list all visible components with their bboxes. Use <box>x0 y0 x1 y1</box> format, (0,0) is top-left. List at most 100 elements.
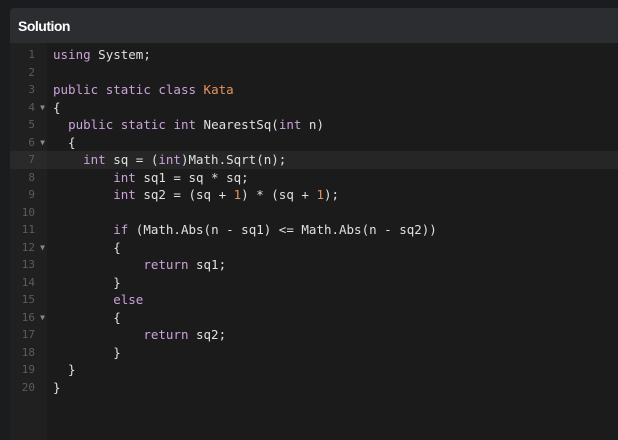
code-token: static <box>105 82 151 97</box>
gutter-line: 3 <box>10 81 47 99</box>
gutter-line: 8 <box>10 169 47 187</box>
gutter-line: 6 ▼ <box>10 134 47 152</box>
code-line[interactable]: using System; <box>47 46 618 64</box>
code-token: ); <box>323 187 340 202</box>
code-line[interactable]: return sq1; <box>47 256 618 274</box>
line-number: 11 <box>21 223 35 236</box>
line-number: 18 <box>21 345 35 359</box>
code-token: n) <box>301 117 324 132</box>
gutter-line: 11 <box>10 221 47 239</box>
code-line[interactable]: } <box>47 361 618 379</box>
code-line[interactable]: if (Math.Abs(n - sq1) <= Math.Abs(n - sq… <box>47 221 618 239</box>
code-line[interactable] <box>47 64 618 82</box>
line-number: 9 <box>28 188 35 201</box>
gutter-line: 18 <box>10 344 47 362</box>
line-number: 3 <box>28 83 35 96</box>
code-token: else <box>113 292 144 307</box>
code-token: int <box>113 169 136 185</box>
gutter-line: 14 <box>10 274 47 292</box>
code-line[interactable]: } <box>47 274 618 292</box>
code-token: } <box>53 274 121 290</box>
code-editor[interactable]: 1 2 3 4 ▼ 5 6 ▼ 7 8 9 10 11 12 ▼ 13 14 15 16 ▼ 17 18 19 20 usin… <box>10 43 618 440</box>
gutter-line: 16 ▼ <box>10 309 47 327</box>
code-token: System; <box>90 47 151 62</box>
gutter-line: 17 <box>10 326 47 344</box>
fold-toggle-icon[interactable]: ▼ <box>40 134 45 152</box>
line-number: 8 <box>28 170 35 184</box>
code-token: int <box>158 152 181 167</box>
gutter-line: 12 ▼ <box>10 239 47 257</box>
line-number: 16 <box>21 310 35 324</box>
code-token: } <box>53 379 61 395</box>
gutter-line: 1 <box>10 46 47 64</box>
code-token: ) * (sq + <box>241 187 317 202</box>
fold-toggle-icon[interactable]: ▼ <box>40 239 45 257</box>
panel-title: Solution <box>18 17 71 34</box>
code-line[interactable]: { <box>47 239 618 257</box>
line-number: 10 <box>21 205 35 219</box>
code-line[interactable]: return sq2; <box>47 326 618 344</box>
line-number: 7 <box>28 153 35 166</box>
code-token: { <box>53 309 121 325</box>
code-line[interactable]: { <box>47 134 618 152</box>
solution-panel: Solution 1 2 3 4 ▼ 5 6 ▼ 7 8 9 10 11 12 ▼ 13 14 15 16 ▼ 17 18… <box>10 8 618 440</box>
fold-toggle-icon[interactable]: ▼ <box>40 99 45 117</box>
code-token: int <box>113 187 136 202</box>
gutter-line: 9 <box>10 186 47 204</box>
gutter-line: 20 <box>10 379 47 397</box>
code-token: )Math.Sqrt(n); <box>180 152 287 167</box>
code-token: int <box>83 152 106 167</box>
code-token: sq2; <box>188 327 227 342</box>
code-line[interactable]: public static int NearestSq(int n) <box>47 116 618 134</box>
code-line[interactable]: { <box>47 99 618 117</box>
line-number: 17 <box>21 328 35 341</box>
code-token: sq2 = (sq + <box>135 187 234 202</box>
code-line[interactable]: } <box>47 344 618 362</box>
code-token: using <box>53 47 91 62</box>
code-line[interactable]: int sq1 = sq * sq; <box>47 169 618 187</box>
code-token: { <box>53 239 121 255</box>
line-number: 4 <box>28 100 35 114</box>
code-token: public <box>68 117 114 132</box>
gutter-line: 13 <box>10 256 47 274</box>
line-number: 19 <box>21 363 35 376</box>
code-line[interactable]: } <box>47 379 618 397</box>
code-token: sq1; <box>188 257 227 272</box>
line-number: 14 <box>21 275 35 289</box>
line-number-gutter: 1 2 3 4 ▼ 5 6 ▼ 7 8 9 10 11 12 ▼ 13 14 15 16 ▼ 17 18 19 20 <box>10 43 47 440</box>
code-token: return <box>143 257 189 272</box>
line-number: 12 <box>21 240 35 254</box>
code-line[interactable]: public static class Kata <box>47 81 618 99</box>
code-line[interactable]: { <box>47 309 618 327</box>
code-token: static <box>120 117 166 132</box>
code-line[interactable]: int sq = (int)Math.Sqrt(n); <box>47 151 618 169</box>
code-token: } <box>53 344 121 360</box>
gutter-line: 10 <box>10 204 47 222</box>
code-token: NearestSq( <box>196 117 279 132</box>
panel-header: Solution <box>10 8 618 43</box>
gutter-line: 15 <box>10 291 47 309</box>
code-area[interactable]: using System; public static class Kata{ p… <box>47 43 618 440</box>
code-token: Kata <box>203 82 234 97</box>
code-token: { <box>53 134 76 150</box>
code-token: sq = ( <box>105 152 159 167</box>
code-line[interactable]: int sq2 = (sq + 1) * (sq + 1); <box>47 186 618 204</box>
code-line[interactable]: else <box>47 291 618 309</box>
code-token: class <box>158 82 197 97</box>
code-line[interactable] <box>47 204 618 222</box>
fold-toggle-icon[interactable]: ▼ <box>40 309 45 327</box>
line-number: 15 <box>21 293 35 306</box>
line-number: 13 <box>21 258 35 271</box>
gutter-line: 19 <box>10 361 47 379</box>
code-token: (Math.Abs(n - sq1) <= Math.Abs(n - sq2)) <box>128 222 437 237</box>
line-number: 6 <box>28 135 35 149</box>
code-token: { <box>53 99 61 115</box>
